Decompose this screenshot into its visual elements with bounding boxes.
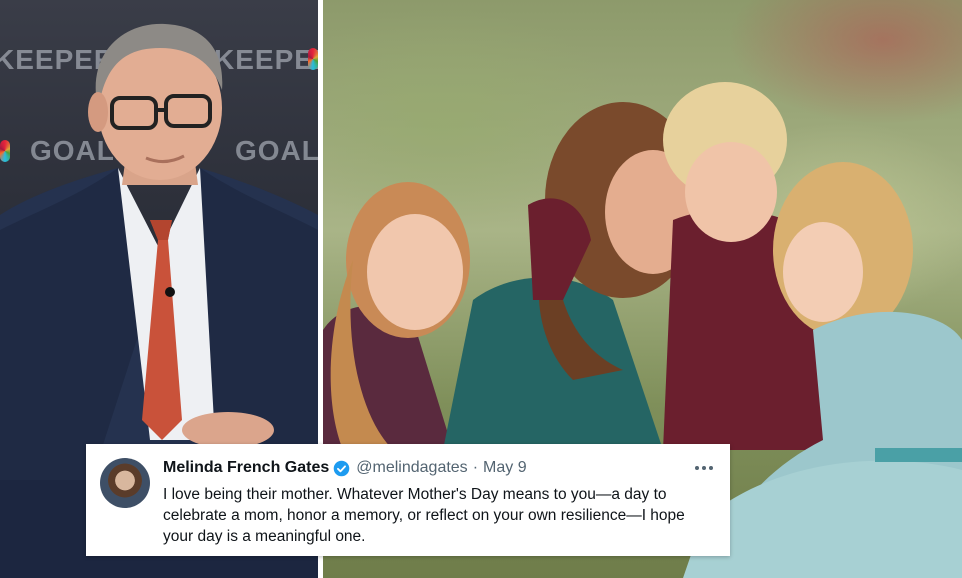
meta-separator: · — [472, 459, 479, 476]
verified-badge-icon — [333, 460, 350, 477]
tweet-date[interactable]: May 9 — [483, 459, 527, 477]
avatar[interactable] — [100, 458, 150, 508]
tweet-handle[interactable]: @melindagates — [356, 459, 467, 477]
more-horizontal-icon[interactable] — [692, 458, 716, 478]
tweet-card[interactable]: Melinda French Gates @melindagates · May… — [86, 444, 730, 556]
tweet-text: I love being their mother. Whatever Moth… — [163, 486, 685, 545]
tweet-display-name[interactable]: Melinda French Gates — [163, 459, 329, 477]
